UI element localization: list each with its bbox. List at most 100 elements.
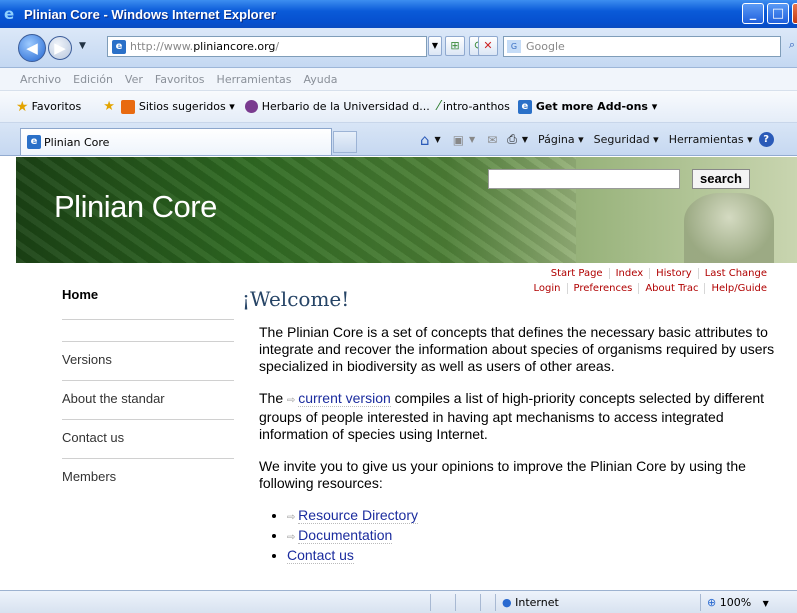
url-domain: pliniancore.org [193,40,276,53]
window-title: Plinian Core - Windows Internet Explorer [24,6,276,22]
external-link-icon: ⇨ [287,532,299,543]
zoom-icon: ⊕ [707,596,717,609]
address-bar: ◀ ▶ ▼ e http://www. pliniancore.org / ▼ ⊞ … [0,28,797,68]
minimize-button[interactable]: _ [742,3,764,24]
title-bar: e Plinian Core - Windows Internet Explor… [0,0,797,28]
zoom-control[interactable]: ⊕ 100% ▼ [700,594,797,611]
safety-menu[interactable]: Seguridad ▾ [594,133,659,146]
compat-view-icon[interactable]: ⊞ [445,36,465,56]
home-icon[interactable]: ⌂ [420,131,430,149]
link-start-page[interactable]: Start Page [545,268,609,279]
zone-indicator[interactable]: ● Internet [495,594,655,611]
tools-menu[interactable]: Herramientas ▾ [669,133,753,146]
menu-favoritos[interactable]: Favoritos [155,73,205,86]
tab-page-icon: e [27,135,41,149]
sidebar-item-contact[interactable]: Contact us [62,419,234,458]
ie-logo-icon: e [4,5,15,23]
menu-herramientas[interactable]: Herramientas [217,73,292,86]
version-paragraph: The ⇨ current version compiles a list of… [259,390,782,443]
menu-archivo[interactable]: Archivo [20,73,61,86]
favorites-item-intro-anthos[interactable]: intro-anthos [443,100,510,113]
print-icon[interactable]: ⎙ [507,132,517,147]
invite-paragraph: We invite you to give us your opinions t… [259,458,746,491]
page-title: ¡Welcome! [242,287,350,311]
tab-bar: e Plinian Core ⌂ ▼ ▣ ▼ ✉ ⎙ ▼ Página ▾ Se… [0,123,797,156]
site-search-input[interactable] [488,169,680,189]
addons-icon: e [517,99,532,114]
favorites-star-icon: ★ [16,98,29,115]
link-current-version[interactable]: current version [298,390,391,407]
globe-icon: ● [502,596,512,609]
forward-button[interactable]: ▶ [48,36,72,60]
site-search-button[interactable]: search [692,169,750,189]
suggested-sites-icon [120,99,135,114]
sidebar-item-home[interactable]: Home [62,277,234,319]
link-documentation[interactable]: Documentation [298,527,393,544]
page-icon: e [112,39,126,54]
url-suffix: / [275,40,280,53]
feeds-icon[interactable]: ▣ [453,133,464,147]
zone-label: Internet [515,596,559,609]
list-item: ⇨ Resource Directory [287,507,782,526]
favorites-item-herbario[interactable]: Herbario de la Universidad d... [262,100,430,113]
url-field[interactable]: e http://www. pliniancore.org / [107,36,427,57]
page-menu[interactable]: Página ▾ [538,133,584,146]
pliny-bust-image [684,193,774,263]
mail-icon[interactable]: ✉ [487,133,497,147]
sidebar-item-members[interactable]: Members [62,458,234,497]
add-favorite-icon[interactable]: ★ [103,99,115,114]
zoom-dropdown-icon[interactable]: ▼ [763,599,769,608]
leaf-icon: ⁄ [437,99,440,114]
resources-list: ⇨ Resource Directory ⇨ Documentation Con… [287,507,782,564]
favorites-item-suggested[interactable]: Sitios sugeridos ▾ [139,100,235,113]
feeds-dropdown-icon[interactable]: ▼ [469,135,475,144]
list-item: Contact us [287,547,782,564]
sidebar-item-versions[interactable]: Versions [62,341,234,380]
search-placeholder: Google [526,40,565,53]
google-icon: G [507,40,521,53]
command-bar: ⌂ ▼ ▣ ▼ ✉ ⎙ ▼ Página ▾ Seguridad ▾ Herra… [420,123,774,156]
intro-paragraph: The Plinian Core is a set of concepts th… [259,324,775,374]
url-dropdown-button[interactable]: ▼ [428,36,442,56]
metanav-top: Start Page Index History Last Change [545,268,773,279]
menu-ver[interactable]: Ver [125,73,143,86]
close-button[interactable]: × [792,3,797,24]
external-link-icon: ⇨ [287,395,299,406]
search-go-icon[interactable]: ⌕ [782,36,797,56]
site-logo[interactable]: Plinian Core [54,189,217,225]
back-button[interactable]: ◀ [18,34,46,62]
maximize-button[interactable]: □ [767,3,789,24]
favorites-bar: ★ Favoritos ★ Sitios sugeridos ▾ Herbari… [0,91,797,123]
url-prefix: http://www. [130,40,194,53]
herbarium-icon [244,100,258,113]
link-last-change[interactable]: Last Change [697,268,773,279]
tab-plinian-core[interactable]: e Plinian Core [20,128,332,155]
help-icon[interactable]: ? [758,132,774,147]
favorites-item-addons[interactable]: Get more Add-ons ▾ [536,100,657,113]
stop-icon[interactable]: ✕ [478,36,498,56]
favorites-button[interactable]: Favoritos [32,100,82,113]
search-box[interactable]: G Google [503,36,781,57]
sidebar-item-about[interactable]: About the standar [62,380,234,419]
menu-ayuda[interactable]: Ayuda [303,73,337,86]
link-resource-directory[interactable]: Resource Directory [298,507,418,524]
link-contact-us[interactable]: Contact us [287,547,354,564]
page-viewport: Plinian Core search Start Page Index Histo… [16,157,797,590]
menu-edicion[interactable]: Edición [73,73,113,86]
print-dropdown-icon[interactable]: ▼ [522,135,528,144]
list-item: ⇨ Documentation [287,527,782,546]
external-link-icon: ⇨ [287,512,299,523]
tab-title: Plinian Core [44,135,110,149]
status-divider [430,594,431,611]
home-dropdown-icon[interactable]: ▼ [435,135,441,144]
sidebar-nav: Home Versions About the standar Contact … [62,277,234,497]
new-tab-button[interactable] [333,131,357,153]
main-content: ¡Welcome! The Plinian Core is a set of c… [242,287,782,565]
history-dropdown-icon[interactable]: ▼ [79,41,86,51]
link-history[interactable]: History [649,268,698,279]
sidebar-divider [62,319,234,341]
link-index[interactable]: Index [608,268,650,279]
version-text-pre: The [259,390,288,406]
status-divider [480,594,481,611]
status-divider [455,594,456,611]
